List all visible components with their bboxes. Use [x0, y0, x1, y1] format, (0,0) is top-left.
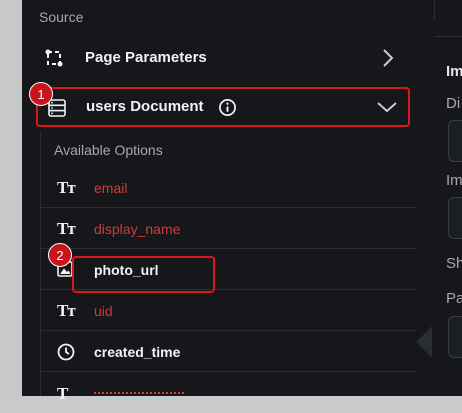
- tooltip-arrow: [416, 326, 432, 358]
- properties-label: Pa: [446, 290, 462, 307]
- users-document-row[interactable]: users Document: [36, 87, 410, 127]
- page-parameters-icon: [45, 49, 63, 67]
- option-label: created_time: [94, 344, 181, 360]
- option-partial[interactable]: T: [41, 372, 417, 413]
- option-label: email: [94, 180, 128, 196]
- available-options-header: Available Options: [54, 142, 163, 158]
- properties-field[interactable]: [448, 197, 462, 239]
- chevron-right-icon: [383, 49, 394, 67]
- photo-url-highlight: [72, 256, 215, 293]
- step-badge-1: 1: [29, 82, 53, 106]
- option-display-name[interactable]: Tт display_name: [41, 208, 417, 249]
- properties-panel: Im Di Im Sh Pa: [416, 0, 462, 396]
- step-badge-2: 2: [48, 243, 72, 267]
- properties-label: Sh: [446, 255, 462, 272]
- option-label-cut-off: [94, 392, 184, 397]
- page-parameters-label: Page Parameters: [85, 49, 207, 66]
- option-label: uid: [94, 303, 113, 319]
- database-icon: [48, 99, 66, 117]
- info-icon[interactable]: [218, 98, 237, 117]
- option-uid[interactable]: Tт uid: [41, 290, 417, 331]
- chevron-down-icon: [377, 102, 397, 113]
- clock-icon: [57, 343, 75, 361]
- source-label: Source: [39, 9, 84, 25]
- text-type-icon: Tт: [57, 178, 76, 197]
- text-type-icon: Tт: [57, 301, 76, 320]
- option-label: display_name: [94, 221, 181, 237]
- text-type-icon: T: [57, 384, 68, 403]
- properties-label: Di: [446, 95, 461, 112]
- background-strip: [0, 0, 22, 396]
- properties-field[interactable]: [448, 316, 462, 358]
- properties-heading: Im: [446, 63, 462, 80]
- properties-label: Im: [446, 172, 462, 189]
- option-email[interactable]: Tт email: [41, 167, 417, 208]
- properties-field[interactable]: [448, 120, 462, 162]
- users-document-label: users Document: [86, 98, 204, 115]
- divider: [434, 36, 462, 37]
- page-parameters-row[interactable]: Page Parameters: [22, 38, 416, 78]
- text-type-icon: Tт: [57, 219, 76, 238]
- data-source-panel: Source Page Parameters users Document Av…: [22, 0, 417, 403]
- option-created-time[interactable]: created_time: [41, 331, 417, 372]
- divider: [434, 0, 435, 20]
